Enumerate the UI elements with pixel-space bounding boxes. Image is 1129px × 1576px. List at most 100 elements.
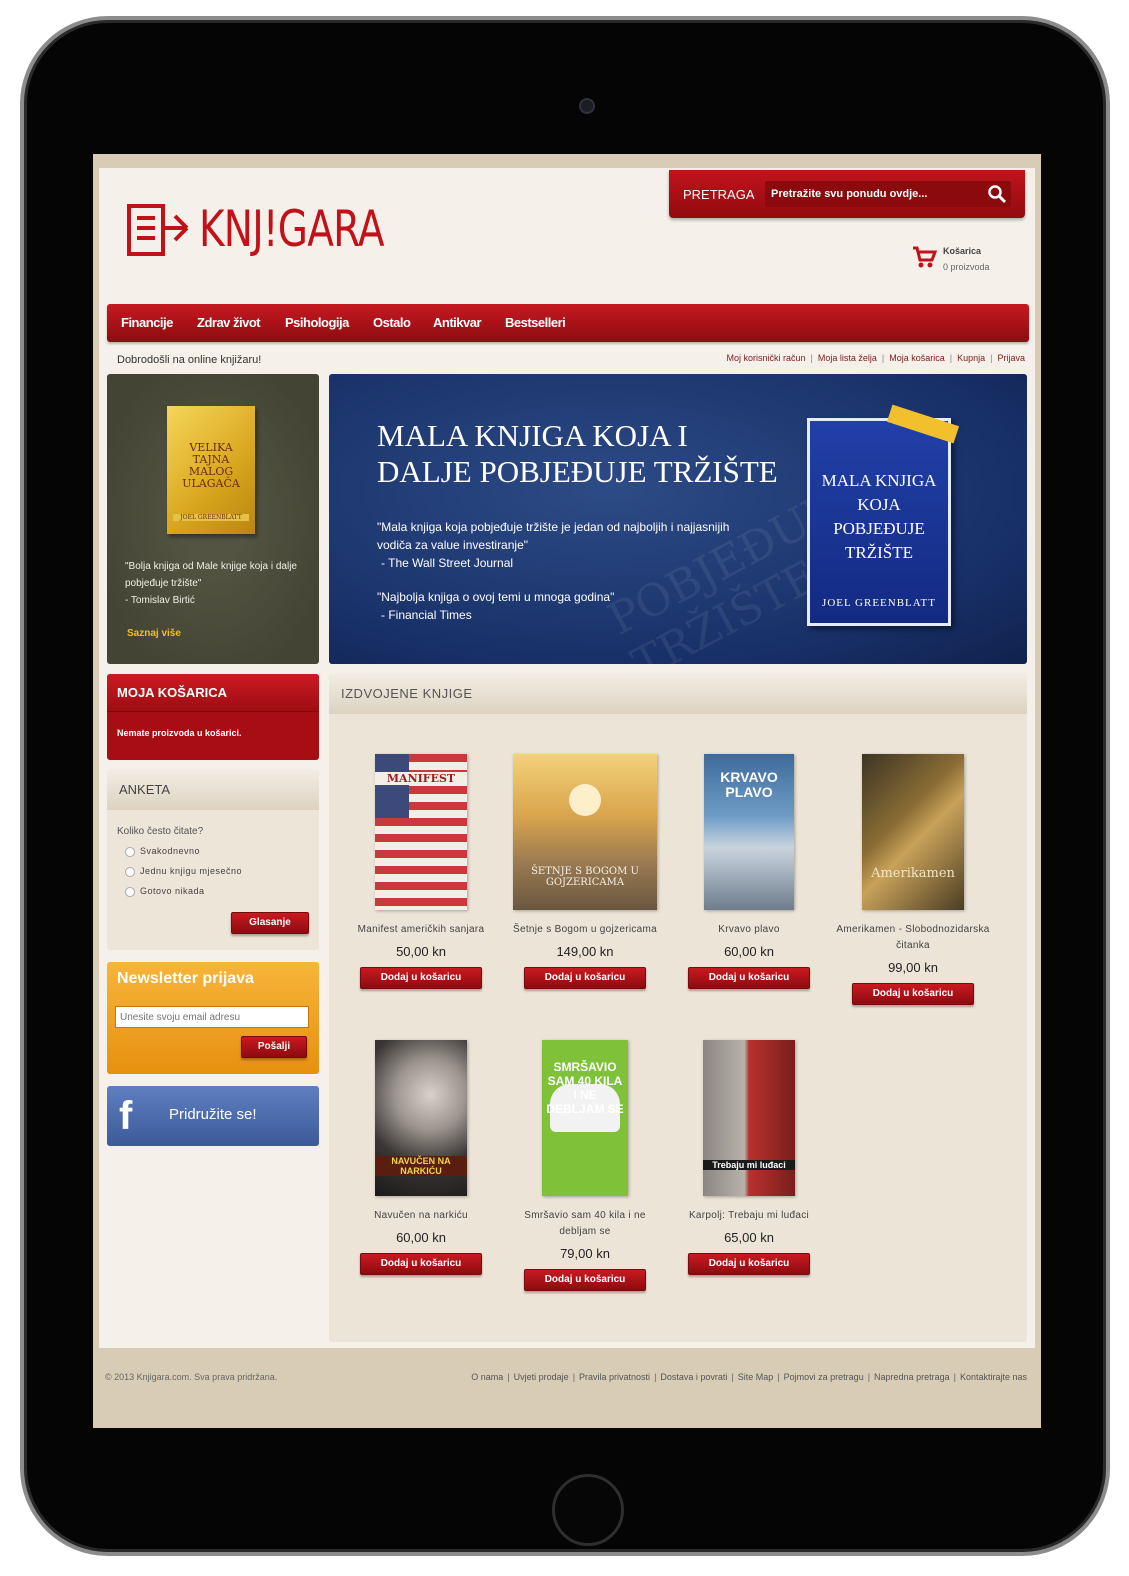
product-cover[interactable]: ŠETNJE S BOGOM U GOJZERICAMA (513, 754, 657, 910)
search-input[interactable] (765, 181, 1011, 207)
newsletter-email-input[interactable] (115, 1006, 309, 1028)
product-name[interactable]: Smršavio sam 40 kila i ne debljam se (505, 1208, 665, 1240)
add-to-cart-button[interactable]: Dodaj u košaricu (360, 1253, 482, 1275)
footer-copyright: © 2013 Knjigara.com. Sva prava pridržana… (105, 1372, 278, 1382)
banner-title: MALA KNJIGA KOJA I DALJE POBJEĐUJE TRŽIŠ… (377, 418, 778, 490)
footer-link[interactable]: Dostava i povrati (660, 1372, 727, 1382)
poll-option-label: Jednu knjigu mjesečno (140, 866, 243, 876)
product-name[interactable]: Šetnje s Bogom u gojzericama (505, 922, 665, 938)
product-cover-text: Trebaju mi luđaci (703, 1160, 795, 1170)
banner-quote1: "Mala knjiga koja pobjeđuje tržište je j… (377, 520, 730, 552)
product-card: NAVUČEN NA NARKIĆU Navučen na narkiću 60… (341, 1040, 501, 1275)
nav-item-psihologija[interactable]: Psihologija (285, 304, 349, 342)
newsletter-submit-button[interactable]: Pošalji (241, 1036, 307, 1058)
search-bar: PRETRAGA (669, 170, 1025, 218)
poll-option[interactable]: Svakodnevno (125, 846, 200, 857)
nav-item-zdrav-zivot[interactable]: Zdrav život (197, 304, 261, 342)
logo-text: KNJ!GARA (199, 200, 385, 258)
link-my-cart[interactable]: Moja košarica (889, 353, 945, 363)
radio-button[interactable] (125, 846, 135, 857)
product-cover-text: ŠETNJE S BOGOM U GOJZERICAMA (531, 866, 639, 888)
footer-link[interactable]: Napredna pretraga (874, 1372, 950, 1382)
product-price: 99,00 kn (888, 960, 938, 975)
radio-button[interactable] (125, 886, 135, 897)
site-logo[interactable]: KNJ!GARA (125, 198, 385, 268)
product-cover[interactable]: Amerikamen (862, 754, 964, 910)
banner-quote2-source: - Financial Times (381, 608, 472, 622)
screen: KNJ!GARA PRETRAGA Košarica 0 proizvoda F… (93, 154, 1041, 1428)
product-cover-text: MANIFEST (375, 772, 467, 785)
add-to-cart-button[interactable]: Dodaj u košaricu (688, 1253, 810, 1275)
product-name[interactable]: Manifest američkih sanjara (341, 922, 501, 938)
newsletter-title: Newsletter prijava (117, 970, 254, 987)
product-name[interactable]: Karpolj: Trebaju mi luđaci (669, 1208, 829, 1224)
product-cover[interactable]: NAVUČEN NA NARKIĆU (375, 1040, 467, 1196)
poll-option-label: Svakodnevno (140, 846, 201, 856)
product-cover[interactable]: KRVAVO PLAVO (704, 754, 794, 910)
radio-button[interactable] (125, 866, 135, 877)
footer-link[interactable]: O nama (471, 1372, 503, 1382)
footer-link[interactable]: Pravila privatnosti (579, 1372, 650, 1382)
header-cart[interactable]: Košarica 0 proizvoda (911, 244, 1011, 280)
promo-book-author: JOEL GREENBLATT (173, 514, 249, 521)
search-label: PRETRAGA (683, 187, 755, 202)
nav-item-financije[interactable]: Financije (121, 304, 173, 342)
promo-book-title: VELIKA TAJNA MALOG ULAGAČA (182, 441, 240, 490)
logo-book-icon (127, 204, 189, 256)
product-cover[interactable]: SMRŠAVIO SAM 40 KILA I NE DEBLJAM SE (542, 1040, 628, 1196)
search-icon[interactable] (987, 184, 1007, 204)
cart-icon (913, 246, 937, 268)
footer-link[interactable]: Kontaktirajte nas (960, 1372, 1027, 1382)
promo-book-cover[interactable]: VELIKA TAJNA MALOG ULAGAČA JOEL GREENBLA… (167, 406, 255, 534)
product-card: ŠETNJE S BOGOM U GOJZERICAMA Šetnje s Bo… (505, 754, 665, 989)
vote-button[interactable]: Glasanje (231, 912, 309, 934)
add-to-cart-button[interactable]: Dodaj u košaricu (688, 967, 810, 989)
nav-item-antikvar[interactable]: Antikvar (433, 304, 482, 342)
facebook-join-button[interactable]: f Pridružite se! (107, 1086, 319, 1146)
cart-widget-title: MOJA KOŠARICA (107, 674, 319, 712)
banner-title-line2: DALJE POBJEĐUJE TRŽIŠTE (377, 454, 778, 489)
product-card: Trebaju mi luđaci Karpolj: Trebaju mi lu… (669, 1040, 829, 1275)
camera-icon (579, 98, 595, 114)
banner-quote2: "Najbolja knjiga o ovoj temi u mnoga god… (377, 590, 615, 604)
promo-read-more-link[interactable]: Saznaj više (127, 628, 181, 639)
banner-title-line1: MALA KNJIGA KOJA I (377, 418, 688, 453)
promo-quote-text: "Bolja knjiga od Male knjige koja i dalj… (125, 561, 297, 589)
product-price: 149,00 kn (556, 944, 614, 959)
poll-option[interactable]: Gotovo nikada (125, 886, 205, 897)
add-to-cart-button[interactable]: Dodaj u košaricu (524, 967, 646, 989)
product-cover[interactable]: MANIFEST (375, 754, 467, 910)
promo-quote: "Bolja knjiga od Male knjige koja i dalj… (125, 558, 305, 609)
nav-item-ostalo[interactable]: Ostalo (373, 304, 411, 342)
newsletter-widget: Newsletter prijava Pošalji (107, 962, 319, 1074)
product-price: 65,00 kn (724, 1230, 774, 1245)
cart-title: Košarica (943, 246, 982, 256)
add-to-cart-button[interactable]: Dodaj u košaricu (852, 983, 974, 1005)
product-name[interactable]: Amerikamen - Slobodnozidarska čitanka (833, 922, 993, 954)
nav-item-bestselleri[interactable]: Bestselleri (505, 304, 566, 342)
product-name[interactable]: Krvavo plavo (669, 922, 829, 938)
link-my-account[interactable]: Moj korisnički račun (726, 353, 805, 363)
add-to-cart-button[interactable]: Dodaj u košaricu (360, 967, 482, 989)
footer-link[interactable]: Uvjeti prodaje (514, 1372, 569, 1382)
banner-book-cover[interactable]: MALA KNJIGA KOJA POBJEĐUJE TRŽIŠTE JOEL … (807, 404, 960, 626)
book-badge (886, 404, 960, 444)
product-cover-text: SMRŠAVIO SAM 40 KILA I NE DEBLJAM SE (546, 1060, 624, 1116)
link-checkout[interactable]: Kupnja (957, 353, 985, 363)
product-card: Amerikamen Amerikamen - Slobodnozidarska… (833, 754, 993, 1005)
poll-option[interactable]: Jednu knjigu mjesečno (125, 866, 242, 877)
add-to-cart-button[interactable]: Dodaj u košaricu (524, 1269, 646, 1291)
product-cover[interactable]: Trebaju mi luđaci (703, 1040, 795, 1196)
hero-banner[interactable]: POBJEĐUJE TRŽIŠTE MALA KNJIGA KOJA I DAL… (329, 374, 1027, 664)
welcome-text: Dobrodošli na online knjižaru! (117, 354, 262, 366)
poll-title: ANKETA (107, 770, 319, 810)
home-button[interactable] (552, 1474, 624, 1546)
product-name[interactable]: Navučen na narkiću (341, 1208, 501, 1224)
footer-link[interactable]: Pojmovi za pretragu (784, 1372, 864, 1382)
product-card: KRVAVO PLAVO Krvavo plavo 60,00 kn Dodaj… (669, 754, 829, 989)
banner-book-title: MALA KNJIGA KOJA POBJEĐUJE TRŽIŠTE (821, 471, 937, 562)
link-login[interactable]: Prijava (997, 353, 1025, 363)
product-price: 60,00 kn (724, 944, 774, 959)
link-wishlist[interactable]: Moja lista želja (818, 353, 877, 363)
footer-link[interactable]: Site Map (738, 1372, 774, 1382)
